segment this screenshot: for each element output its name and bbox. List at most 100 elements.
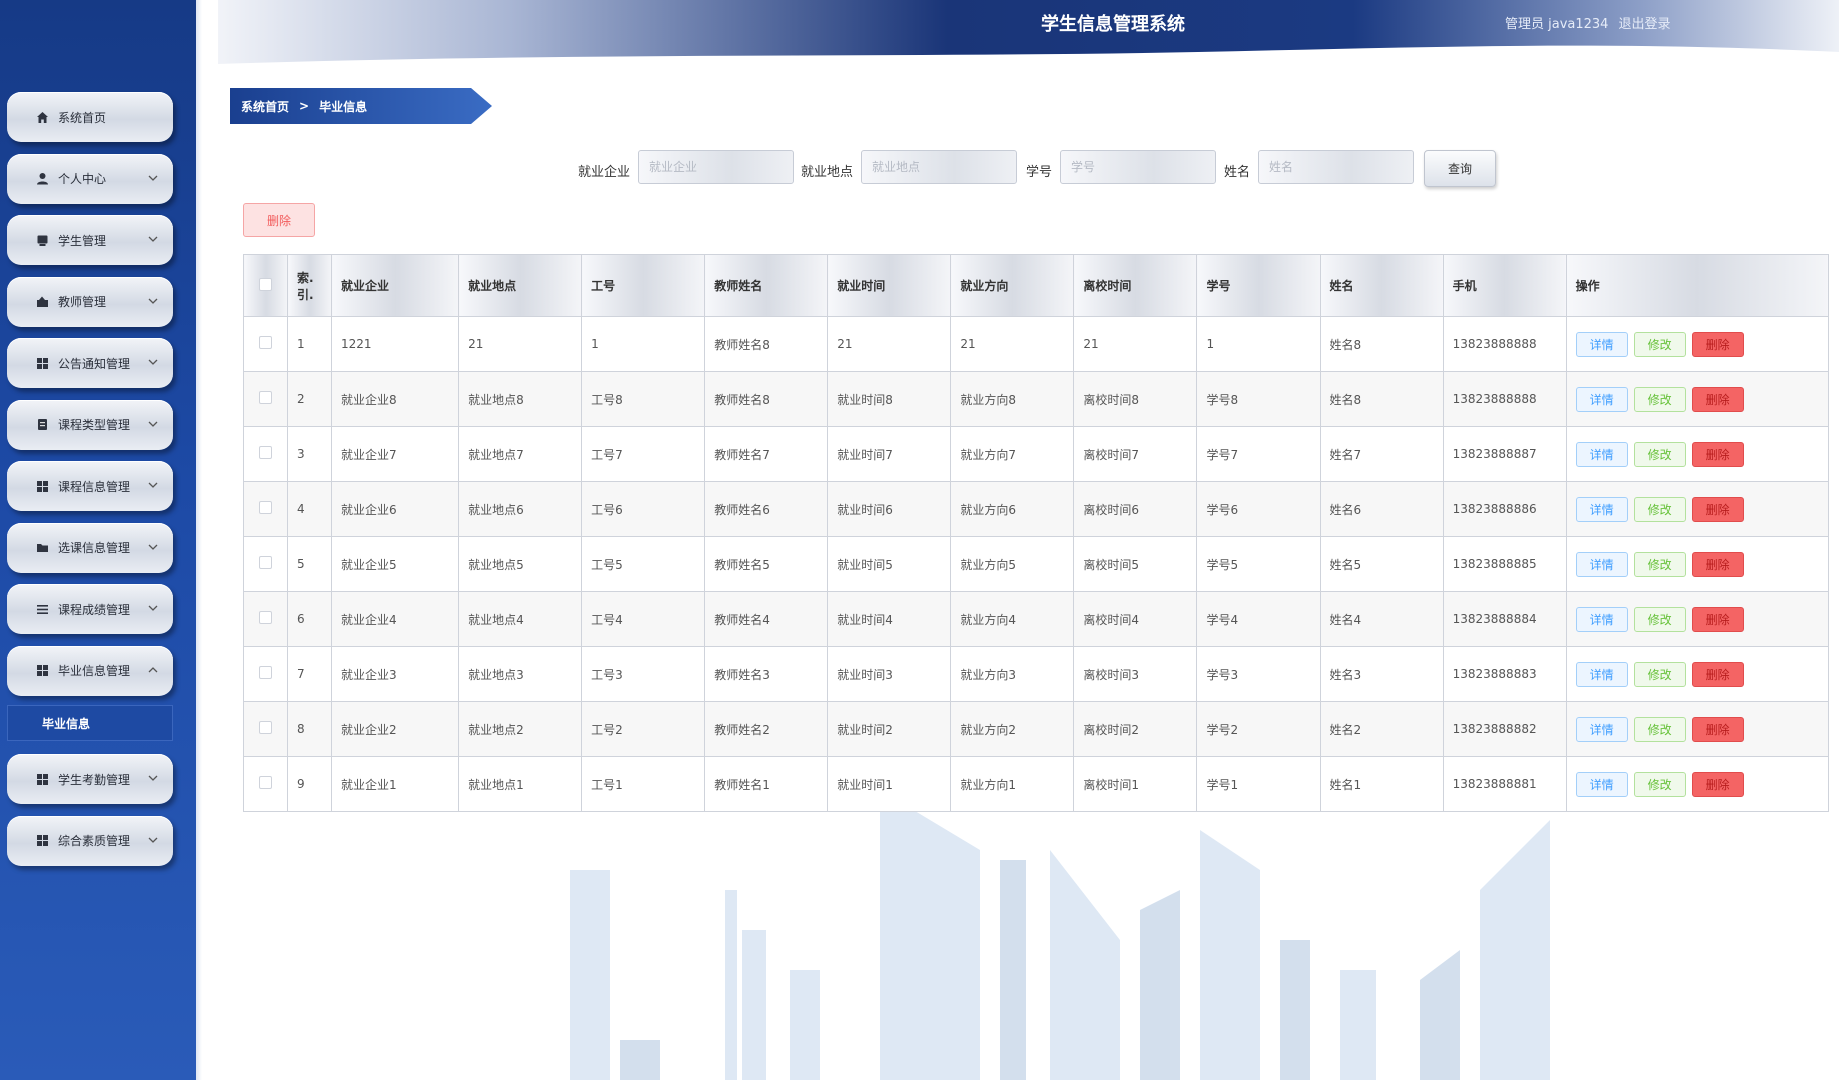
current-user: 管理员 java1234 [1505,17,1609,32]
cell-direction: 就业方向7 [950,426,1075,482]
select-all-checkbox[interactable] [259,277,272,291]
sidebar-item-student-management[interactable]: 学生管理 [7,215,173,265]
delete-button[interactable]: 删除 [1691,496,1744,522]
edit-button[interactable]: 修改 [1633,331,1686,357]
edit-button[interactable]: 修改 [1633,661,1686,687]
edit-button[interactable]: 修改 [1633,386,1686,412]
row-checkbox[interactable] [259,556,272,569]
logout-link[interactable]: 退出登录 [1618,17,1670,32]
delete-button[interactable]: 删除 [1691,386,1744,412]
column-header-index: 索. 引. [287,254,333,317]
row-checkbox[interactable] [259,501,272,514]
row-checkbox[interactable] [259,666,272,679]
cell-actions: 详情 修改 删除 [1565,371,1830,427]
cell-student-id: 学号2 [1196,701,1321,757]
query-button[interactable]: 查询 [1424,150,1496,187]
edit-button[interactable]: 修改 [1633,606,1686,632]
sidebar-item-course-grade-management[interactable]: 课程成绩管理 [7,584,173,634]
student-id-search-input[interactable] [1060,150,1216,184]
sidebar-item-notice-management[interactable]: 公告通知管理 [7,338,173,388]
detail-button[interactable]: 详情 [1575,386,1628,412]
row-select-cell [242,426,289,482]
edit-button[interactable]: 修改 [1633,716,1686,742]
detail-button[interactable]: 详情 [1575,661,1628,687]
cell-leave-time: 离校时间1 [1073,756,1198,812]
sidebar-item-course-selection-management[interactable]: 选课信息管理 [7,522,173,573]
cell-direction: 就业方向5 [950,536,1075,592]
delete-button[interactable]: 删除 [1691,716,1744,742]
detail-button[interactable]: 详情 [1575,331,1628,357]
detail-button[interactable]: 详情 [1575,716,1628,742]
edit-button[interactable]: 修改 [1633,771,1686,797]
sidebar-item-course-type-management[interactable]: 课程类型管理 [7,399,173,450]
row-checkbox[interactable] [259,776,272,789]
cell-student-id: 学号1 [1196,756,1321,812]
row-checkbox[interactable] [259,336,272,349]
row-checkbox[interactable] [259,391,272,404]
header: 学生信息管理系统 管理员 java1234 退出登录 [198,0,1839,70]
delete-button[interactable]: 删除 [1691,771,1744,797]
company-search-input[interactable] [638,150,794,184]
sidebar-item-label: 学生考勤管理 [58,772,131,787]
sidebar-item-graduation-management[interactable]: 毕业信息管理 [7,645,173,696]
home-icon [35,110,49,124]
cell-teacher-name: 教师姓名3 [704,646,829,702]
delete-button[interactable]: 删除 [1691,606,1744,632]
chevron-down-icon [148,605,158,611]
sidebar-item-label: 个人中心 [58,172,107,186]
cell-employment-time: 就业时间2 [827,701,952,757]
detail-button[interactable]: 详情 [1575,771,1628,797]
cell-staff-id: 工号8 [581,371,706,427]
sidebar-item-course-info-management[interactable]: 课程信息管理 [7,461,173,511]
cell-staff-id: 工号7 [581,426,706,482]
cell-name: 姓名8 [1319,371,1444,427]
chevron-up-icon [148,666,158,672]
delete-button[interactable]: 删除 [1691,331,1744,357]
cell-index: 5 [287,536,333,592]
sidebar-item-label: 公告通知管理 [58,356,131,371]
sidebar-item-teacher-management[interactable]: 教师管理 [7,276,173,327]
row-checkbox[interactable] [259,446,272,459]
cell-teacher-name: 教师姓名1 [704,756,829,812]
search-label-name: 姓名 [1224,165,1251,180]
detail-button[interactable]: 详情 [1575,441,1628,467]
column-header-staff-id: 工号 [581,254,706,317]
delete-button[interactable]: 删除 [1691,661,1744,687]
detail-button[interactable]: 详情 [1575,606,1628,632]
cell-employment-time: 就业时间7 [827,426,952,482]
batch-delete-button[interactable]: 删除 [243,203,315,237]
cell-actions: 详情 修改 删除 [1565,701,1830,757]
row-checkbox[interactable] [259,721,272,734]
delete-button[interactable]: 删除 [1691,551,1744,577]
edit-button[interactable]: 修改 [1633,441,1686,467]
sidebar-item-label: 综合素质管理 [58,834,131,848]
cell-student-id: 学号3 [1196,646,1321,702]
edit-button[interactable]: 修改 [1633,551,1686,577]
delete-button[interactable]: 删除 [1691,441,1744,467]
cell-leave-time: 离校时间3 [1073,646,1198,702]
detail-button[interactable]: 详情 [1575,496,1628,522]
sidebar-item-quality-management[interactable]: 综合素质管理 [7,815,173,866]
table-row: 1 1221 21 1 教师姓名8 21 21 21 1 姓名8 13823888888 详情 修改 删除 [242,316,1830,372]
cell-phone: 13823888888 [1442,316,1567,372]
breadcrumb-home[interactable]: 系统首页 [241,98,289,115]
cell-location: 就业地点3 [458,646,583,702]
grid-icon [35,479,49,493]
sidebar-item-personal-center[interactable]: 个人中心 [7,153,173,204]
location-search-input[interactable] [861,150,1017,184]
cell-actions: 详情 修改 删除 [1565,426,1830,482]
cell-student-id: 学号4 [1196,591,1321,647]
column-header-employment-time: 就业时间 [827,254,952,317]
edit-button[interactable]: 修改 [1633,496,1686,522]
row-checkbox[interactable] [259,611,272,624]
sidebar-item-home[interactable]: 系统首页 [7,92,173,142]
cell-teacher-name: 教师姓名5 [704,536,829,592]
cell-teacher-name: 教师姓名6 [704,481,829,537]
breadcrumb-separator: > [299,99,310,113]
cell-name: 姓名3 [1319,646,1444,702]
sidebar-item-attendance-management[interactable]: 学生考勤管理 [7,754,173,804]
detail-button[interactable]: 详情 [1575,551,1628,577]
sidebar-subitem-graduation-info[interactable]: 毕业信息 [7,705,173,741]
name-search-input[interactable] [1258,150,1414,184]
cell-index: 4 [287,481,333,537]
